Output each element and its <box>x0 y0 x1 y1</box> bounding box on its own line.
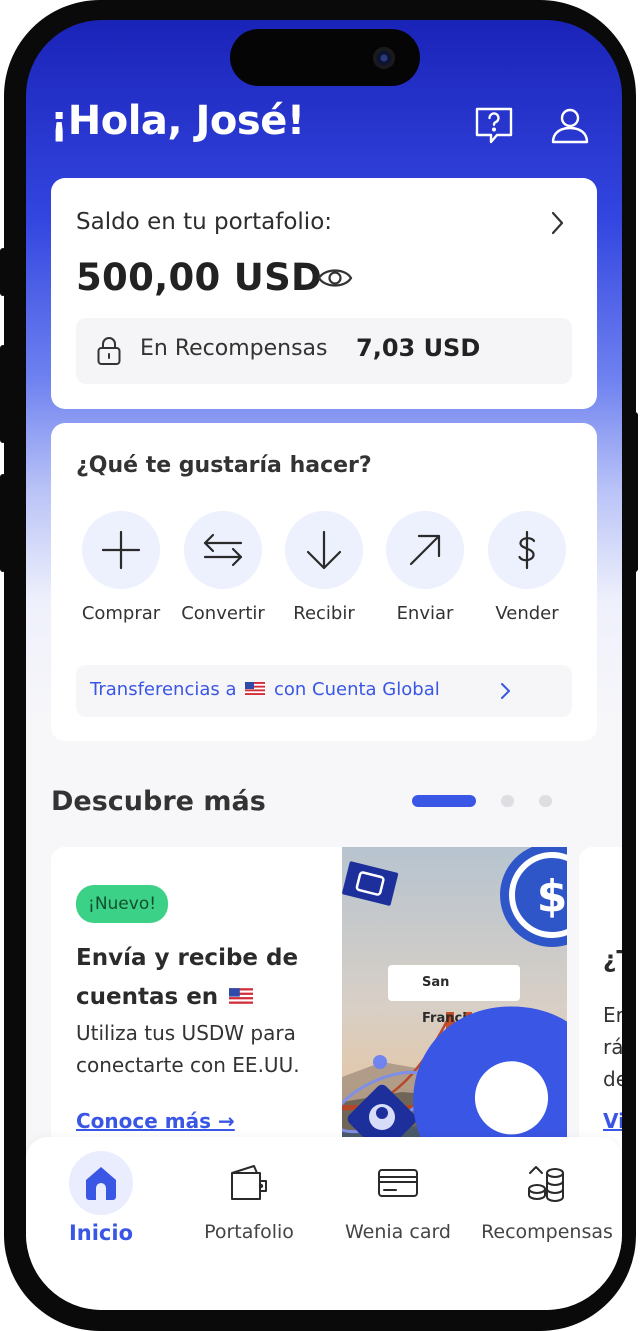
next-promo-line: Er <box>603 1003 622 1027</box>
action-label: Convertir <box>181 603 265 624</box>
arrow-down-icon <box>306 530 342 570</box>
home-icon[interactable] <box>69 1151 133 1215</box>
rewards-label: En Recompensas <box>140 336 328 361</box>
next-promo-card[interactable]: ¿T Er rá de Vi <box>579 847 622 1167</box>
dynamic-island <box>230 29 420 86</box>
carousel-dot[interactable] <box>501 795 514 807</box>
action-label: Enviar <box>396 603 454 624</box>
side-button <box>0 248 6 296</box>
carousel-dot[interactable] <box>539 795 552 807</box>
phone-frame: ¡Hola, José! Saldo en tu portafolio: 500… <box>0 0 638 1331</box>
chevron-right-icon[interactable] <box>547 208 567 238</box>
wallet-icon-glyph <box>231 1165 267 1200</box>
credit-card-icon-glyph <box>378 1169 418 1197</box>
action-circle[interactable] <box>184 511 262 589</box>
transfer-prefix: Transferencias a <box>90 679 237 700</box>
us-flag-icon <box>229 988 254 1004</box>
wallet-icon[interactable] <box>217 1151 281 1215</box>
transfer-suffix: con Cuenta Global <box>274 679 440 700</box>
promo-card[interactable]: ¡Nuevo! Envía y recibe de cuentas en Uti… <box>51 847 567 1167</box>
home-icon-glyph <box>86 1167 116 1200</box>
global-account-transfer-link[interactable]: Transferencias a con Cuenta Global <box>76 665 572 717</box>
action-label: Recibir <box>293 603 355 624</box>
chevron-right-icon <box>501 683 510 699</box>
action-circle[interactable] <box>488 511 566 589</box>
power-button <box>632 412 638 572</box>
dollar-icon <box>518 530 536 570</box>
bottom-navigation: Inicio Portafolio Wenia card Recompensas <box>26 1137 622 1310</box>
portfolio-balance-card[interactable]: Saldo en tu portafolio: 500,00 USD En Re… <box>51 178 597 409</box>
action-convertir[interactable]: Convertir <box>173 511 273 624</box>
next-promo-link[interactable]: Vi <box>603 1109 622 1133</box>
nav-label: Portafolio <box>204 1221 294 1243</box>
action-comprar[interactable]: Comprar <box>71 511 171 624</box>
lock-icon <box>97 337 121 365</box>
learn-more-link[interactable]: Conoce más → <box>76 1109 235 1133</box>
nav-item-inicio[interactable]: Inicio <box>26 1151 176 1245</box>
nav-label: Recompensas <box>481 1221 613 1243</box>
promo-description: Utiliza tus USDW para conectarte con EE.… <box>76 1021 300 1077</box>
balance-amount: 500,00 USD <box>76 256 323 299</box>
arrow-up-right-icon <box>409 534 441 566</box>
rewards-value: 7,03 USD <box>356 334 481 362</box>
next-promo-title: ¿T <box>603 947 622 973</box>
next-promo-line: rá <box>603 1035 622 1059</box>
action-circle[interactable] <box>285 511 363 589</box>
action-label: Vender <box>495 603 559 624</box>
help-question-icon[interactable] <box>472 104 516 148</box>
user-profile-icon[interactable] <box>548 104 592 148</box>
nav-item-recompensas[interactable]: Recompensas <box>472 1151 622 1243</box>
coins-icon[interactable] <box>515 1151 579 1215</box>
location-chip: San Francisco <box>388 965 567 1167</box>
eye-icon[interactable] <box>317 264 353 292</box>
carousel-dot-active[interactable] <box>412 795 476 807</box>
volume-down-button <box>0 474 6 572</box>
transfer-text[interactable]: Transferencias a con Cuenta Global <box>90 679 440 700</box>
greeting-title: ¡Hola, José! <box>50 98 305 144</box>
action-vender[interactable]: Vender <box>477 511 577 624</box>
balance-label: Saldo en tu portafolio: <box>76 209 333 235</box>
action-circle[interactable] <box>386 511 464 589</box>
actions-title: ¿Qué te gustaría hacer? <box>76 453 372 478</box>
action-recibir[interactable]: Recibir <box>274 511 374 624</box>
nav-item-wenia-card[interactable]: Wenia card <box>323 1151 473 1243</box>
action-enviar[interactable]: Enviar <box>375 511 475 624</box>
rewards-summary: En Recompensas 7,03 USD <box>76 318 572 384</box>
nav-label: Inicio <box>68 1221 134 1245</box>
discover-section-title: Descubre más <box>51 786 266 817</box>
new-badge: ¡Nuevo! <box>76 885 169 923</box>
svg-text:$: $ <box>537 871 567 922</box>
nav-label: Wenia card <box>345 1221 451 1243</box>
action-circle[interactable] <box>82 511 160 589</box>
promo-title: Envía y recibe de cuentas en <box>76 939 326 1017</box>
quick-actions-card: ¿Qué te gustaría hacer? Comprar Converti… <box>51 423 597 741</box>
app-screen: ¡Hola, José! Saldo en tu portafolio: 500… <box>26 20 622 1310</box>
volume-up-button <box>0 345 6 443</box>
us-flag-icon <box>245 682 266 695</box>
swap-arrows-icon <box>203 533 243 567</box>
plus-icon <box>101 530 141 570</box>
nav-item-portafolio[interactable]: Portafolio <box>174 1151 324 1243</box>
promo-title-text: Envía y recibe de cuentas en <box>76 945 299 1010</box>
golden-gate-image: $ San Francisco <box>342 847 567 1167</box>
next-promo-line: de <box>603 1067 622 1091</box>
credit-card-icon[interactable] <box>366 1151 430 1215</box>
camera-icon <box>373 47 395 69</box>
coins-icon-glyph <box>528 1166 564 1202</box>
action-label: Comprar <box>81 603 161 624</box>
